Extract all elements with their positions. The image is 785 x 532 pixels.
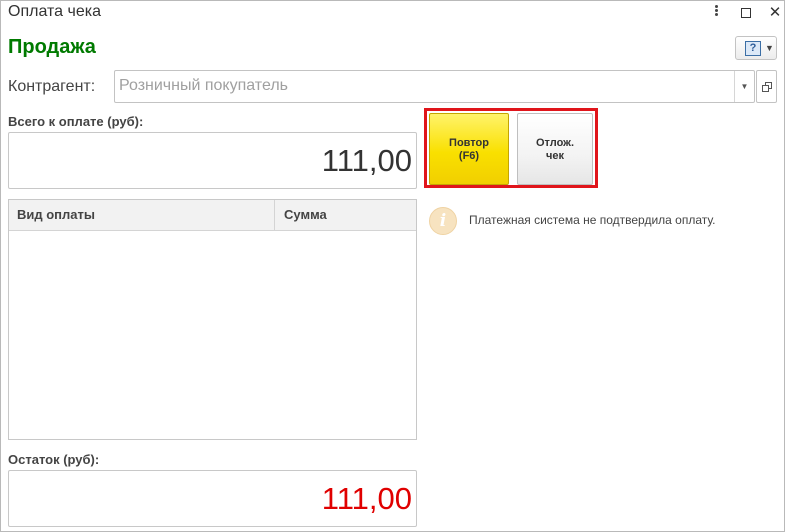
payment-window: Оплата чека ✕ Продажа ? ▼ Контрагент: Ро… (0, 0, 785, 532)
open-kontragent-button[interactable] (756, 70, 777, 103)
chevron-down-icon[interactable]: ▼ (734, 71, 754, 102)
remainder-field: 111,00 (8, 470, 417, 527)
defer-label-line2: чек (545, 150, 564, 162)
total-value: 111,00 (321, 143, 412, 178)
retry-label-line1: Повтор (449, 137, 489, 149)
maximize-icon[interactable] (736, 3, 756, 23)
info-icon: i (429, 207, 457, 235)
more-vertical-icon[interactable] (706, 3, 726, 23)
window-title: Оплата чека (8, 3, 101, 20)
column-header-payment-type[interactable]: Вид оплаты (17, 207, 95, 222)
status-message: Платежная система не подтвердила оплату. (469, 213, 716, 227)
retry-button[interactable]: Повтор (F6) (429, 113, 509, 185)
remainder-value: 111,00 (321, 481, 412, 516)
column-header-amount[interactable]: Сумма (284, 207, 327, 222)
remainder-label: Остаток (руб): (8, 452, 100, 467)
defer-check-button[interactable]: Отлож. чек (517, 113, 593, 185)
help-button[interactable]: ? ▼ (735, 36, 777, 60)
title-bar: Оплата чека ✕ (1, 1, 784, 25)
payments-table[interactable]: Вид оплаты Сумма (8, 199, 417, 440)
close-icon[interactable]: ✕ (765, 3, 785, 23)
total-label: Всего к оплате (руб): (8, 114, 144, 129)
kontragent-input[interactable]: Розничный покупатель (119, 77, 288, 95)
kontragent-label: Контрагент: (8, 78, 96, 95)
defer-button-label: Отлож. чек (518, 137, 592, 163)
kontragent-field[interactable]: Розничный покупатель ▼ (114, 70, 755, 103)
form-header: Продажа (8, 36, 96, 58)
column-divider (274, 200, 275, 231)
help-icon: ? (745, 41, 761, 56)
retry-button-label: Повтор (F6) (430, 137, 508, 163)
total-field: 111,00 (8, 132, 417, 189)
table-header: Вид оплаты Сумма (9, 200, 416, 231)
retry-label-line2: (F6) (458, 150, 480, 162)
open-in-window-icon (762, 82, 772, 92)
chevron-down-icon: ▼ (765, 43, 774, 53)
defer-label-line1: Отлож. (535, 137, 575, 149)
